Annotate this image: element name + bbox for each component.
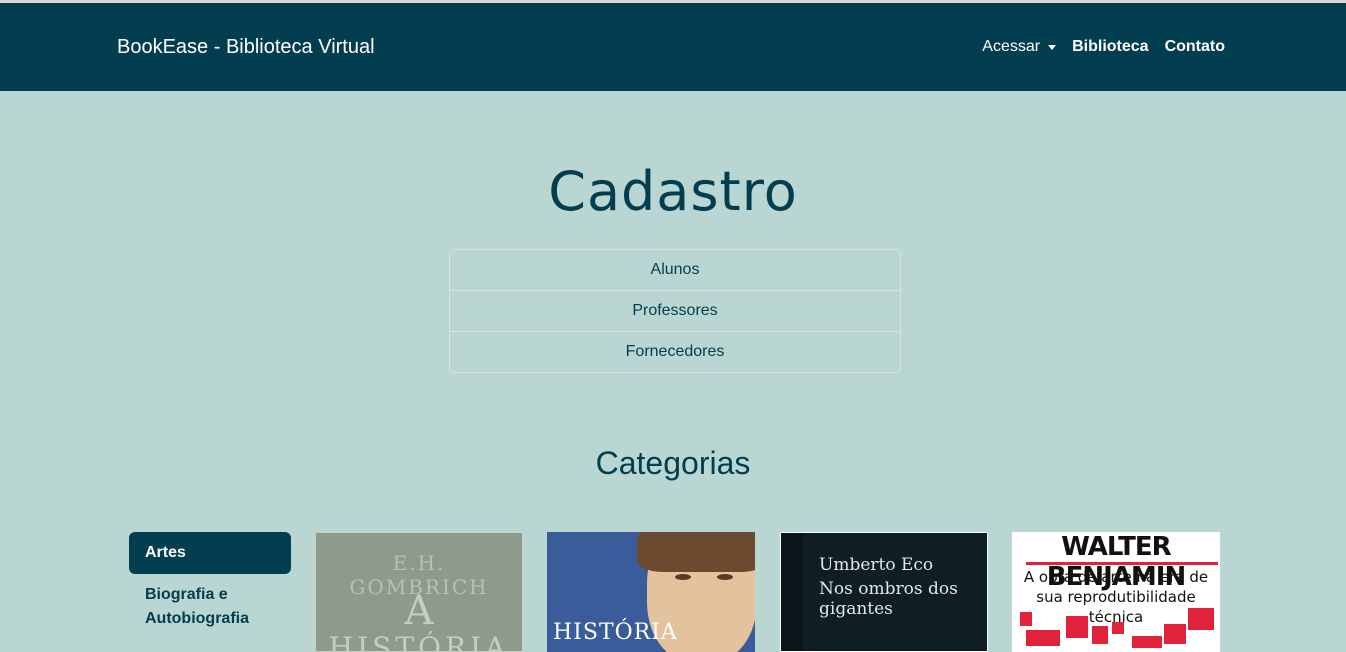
book-cover-gombrich[interactable]: E.H. GOMBRICH A HISTÓRIA [315,532,523,652]
cover-text: Umberto Eco [819,555,934,575]
register-list: Alunos Professores Fornecedores [449,249,901,373]
access-label: Acessar [982,38,1041,55]
portrait-eye [717,574,733,580]
brand-link[interactable]: BookEase - Biblioteca Virtual [117,36,375,59]
book-cover-benjamin[interactable]: WALTER BENJAMIN A obra de arte na era de… [1012,532,1220,652]
book-cover-eco[interactable]: Umberto Eco Nos ombros dos gigantes [780,532,988,652]
category-sidebar: Artes Biografia e Autobiografia [129,532,291,640]
cover-red-rule [1026,562,1218,565]
nav-links: Acessar Biblioteca Contato [966,38,1225,56]
portrait-hair [637,532,755,572]
categories-title: Categorias [595,445,751,481]
caret-down-icon [1048,44,1057,50]
cover-text: HISTÓRIA [328,631,510,652]
cover-text: Nos ombros dos gigantes [819,579,958,619]
category-item-biografia[interactable]: Biografia e Autobiografia [129,574,291,640]
category-item-artes[interactable]: Artes [129,532,291,574]
cover-red-square [1092,626,1108,644]
access-dropdown[interactable]: Acessar [982,38,1057,56]
cover-text: HISTÓRIA [553,620,678,645]
register-item-alunos[interactable]: Alunos [450,250,900,290]
portrait-eye [675,574,691,580]
page-title: Cadastro [548,160,798,223]
cover-red-square [1026,630,1060,646]
register-item-professores[interactable]: Professores [450,290,900,331]
cover-red-square [1020,612,1032,626]
contact-link[interactable]: Contato [1165,38,1225,56]
book-cover-historia[interactable]: HISTÓRIA [547,532,755,652]
cover-red-square [1112,622,1124,634]
book-spine [781,533,803,651]
cover-red-square [1164,624,1186,644]
cover-red-square [1132,636,1162,648]
cover-text: A [404,588,434,634]
register-item-fornecedores[interactable]: Fornecedores [450,331,900,372]
cover-red-square [1066,616,1088,638]
library-link[interactable]: Biblioteca [1072,38,1148,56]
navbar: BookEase - Biblioteca Virtual Acessar Bi… [0,3,1346,91]
cover-red-square [1188,608,1214,630]
